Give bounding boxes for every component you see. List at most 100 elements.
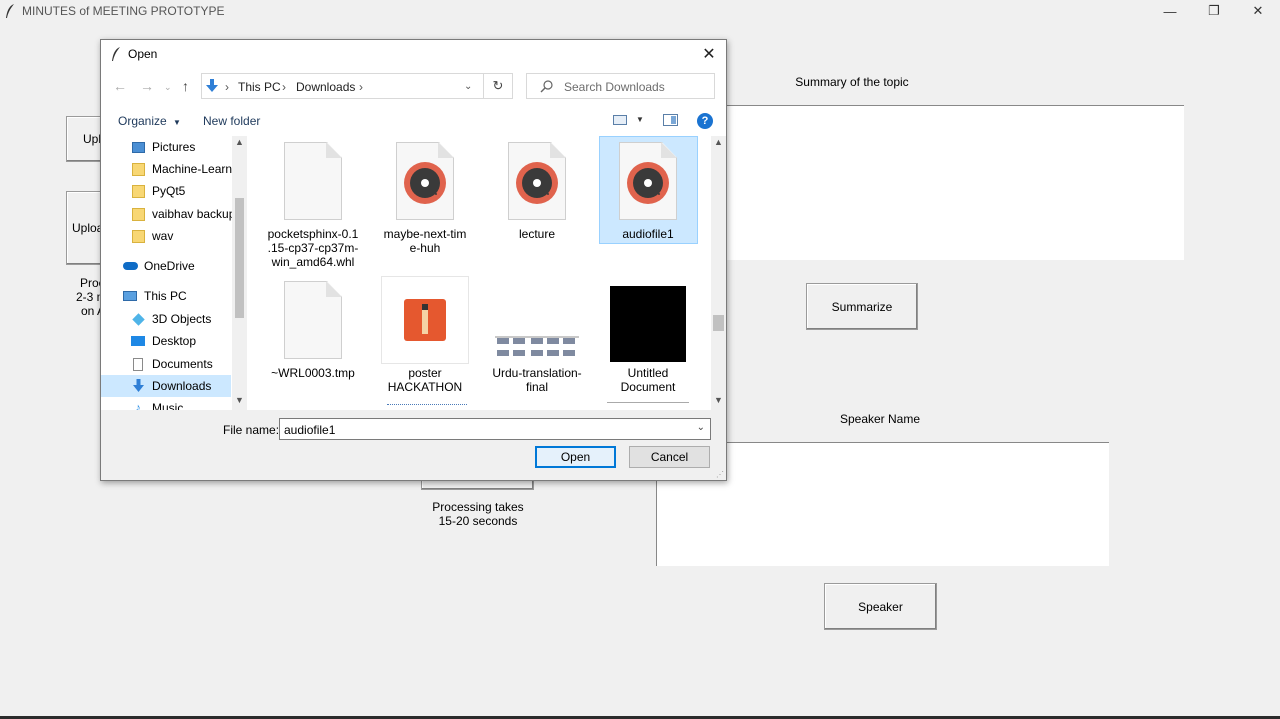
feather-icon <box>112 47 120 61</box>
black-image-icon <box>604 276 692 364</box>
file-name-input[interactable]: audiofile1 ⌄ <box>279 418 711 440</box>
app-titlebar: MINUTES of MEETING PROTOTYPE — ❐ ✕ <box>0 0 1280 22</box>
speaker-button-label: Speaker <box>858 599 903 614</box>
generic-file-icon <box>284 142 342 220</box>
resize-grip-icon[interactable]: ⋰ <box>716 470 724 479</box>
file-item-untitled-document[interactable]: Untitled Document <box>598 276 698 394</box>
upload-button-1-label: Upl <box>83 132 102 146</box>
scroll-down-icon[interactable]: ▼ <box>235 395 244 405</box>
dialog-title: Open <box>128 47 158 61</box>
scroll-down-icon[interactable]: ▼ <box>714 395 723 405</box>
back-arrow-icon[interactable]: ← <box>113 78 127 94</box>
documents-icon <box>130 357 146 371</box>
scroll-up-icon[interactable]: ▲ <box>235 137 244 147</box>
file-name-dropdown-chevron-icon[interactable]: ⌄ <box>697 422 705 433</box>
search-icon <box>540 80 553 93</box>
download-icon <box>130 379 146 393</box>
dialog-navbar: ← → ⌄ ↑ › This PC › Downloads › ⌄ ↻ Sear… <box>101 68 726 106</box>
breadcrumb-separator-icon: › <box>282 80 286 94</box>
upload-button-2-label: Uploa <box>72 221 104 235</box>
partial-thumbnail <box>387 404 467 408</box>
desktop-icon <box>130 334 146 348</box>
cube-icon <box>130 312 146 326</box>
diagram-image-icon <box>493 276 581 364</box>
search-placeholder: Search Downloads <box>564 80 665 94</box>
nav-item-3d-objects[interactable]: 3D Objects <box>130 308 247 330</box>
breadcrumb-separator-icon: › <box>359 80 363 94</box>
breadcrumb-downloads[interactable]: Downloads <box>296 80 355 94</box>
restore-icon: ❐ <box>1208 3 1220 18</box>
organize-button[interactable]: Organize ▼ <box>118 114 181 128</box>
nav-item-documents[interactable]: Documents <box>130 353 247 375</box>
preview-pane-icon[interactable] <box>663 114 678 126</box>
view-options-chevron-icon[interactable]: ▼ <box>636 115 644 124</box>
nav-item-machine-learning[interactable]: Machine-Learnin <box>130 158 247 180</box>
file-item-audiofile1[interactable]: audiofile1 <box>598 142 698 241</box>
close-icon: ✕ <box>702 46 716 63</box>
open-file-dialog: Open ✕ ← → ⌄ ↑ › This PC › Downloads › ⌄… <box>100 39 727 481</box>
cancel-button[interactable]: Cancel <box>629 446 710 468</box>
audio-file-icon <box>508 142 566 220</box>
summary-textbox[interactable] <box>726 105 1184 260</box>
nav-item-onedrive[interactable]: OneDrive <box>122 255 247 277</box>
summarize-button-label: Summarize <box>831 299 893 314</box>
nav-item-pictures[interactable]: Pictures 📌 <box>130 136 247 158</box>
address-dropdown-chevron-icon[interactable]: ⌄ <box>464 81 472 92</box>
folder-icon <box>130 229 146 243</box>
audio-file-icon <box>619 142 677 220</box>
file-name-value: audiofile1 <box>284 423 336 437</box>
nav-item-vaibhav-backup[interactable]: vaibhav backup <box>130 203 247 225</box>
file-scroll-thumb[interactable] <box>713 315 724 331</box>
file-item-maybe-next-time[interactable]: maybe-next-tim e-huh <box>375 142 475 255</box>
file-scrollbar[interactable]: ▲ ▼ <box>711 136 726 410</box>
open-button[interactable]: Open <box>535 446 616 468</box>
organize-chevron-icon: ▼ <box>173 118 181 127</box>
refresh-button[interactable]: ↻ <box>483 73 513 99</box>
forward-arrow-icon[interactable]: → <box>140 78 154 94</box>
file-name-label: File name: <box>223 423 280 437</box>
nav-item-music[interactable]: ♪ Music <box>130 397 247 410</box>
dialog-footer: File name: audiofile1 ⌄ Open Cancel ⋰ <box>101 410 726 480</box>
computer-icon <box>122 289 138 303</box>
partial-thumbnail <box>607 402 689 410</box>
file-item-poster-hackathon[interactable]: poster HACKATHON <box>375 276 475 394</box>
file-item-pocketsphinx[interactable]: pocketsphinx-0.1 .15-cp37-cp37m- win_amd… <box>263 142 363 269</box>
close-window-button[interactable]: ✕ <box>1236 0 1280 22</box>
onedrive-icon <box>122 259 138 273</box>
search-input[interactable]: Search Downloads <box>526 73 715 99</box>
nav-item-downloads[interactable]: Downloads <box>130 375 247 397</box>
processing-note: Processing takes 15-20 seconds <box>432 500 524 528</box>
view-options-icon[interactable] <box>613 115 627 125</box>
summary-label: Summary of the topic <box>795 75 909 89</box>
file-item-wrl0003[interactable]: ~WRL0003.tmp <box>263 281 363 380</box>
pictures-icon <box>130 140 146 154</box>
close-icon: ✕ <box>1252 3 1264 18</box>
dialog-titlebar: Open ✕ <box>101 40 726 68</box>
navigation-pane: Pictures 📌 Machine-Learnin PyQt5 vaibhav… <box>101 136 247 410</box>
breadcrumb-this-pc[interactable]: This PC <box>238 80 281 94</box>
nav-item-this-pc[interactable]: This PC <box>122 285 247 307</box>
up-arrow-icon[interactable]: ↑ <box>182 78 189 94</box>
nav-scrollbar[interactable]: ▲ ▼ <box>232 136 247 410</box>
file-item-lecture[interactable]: lecture <box>487 142 587 241</box>
dialog-close-button[interactable]: ✕ <box>698 43 720 65</box>
speaker-button[interactable]: Speaker <box>824 583 937 630</box>
nav-item-wav[interactable]: wav <box>130 225 247 247</box>
help-icon[interactable]: ? <box>697 113 713 129</box>
dialog-toolbar: Organize ▼ New folder ▼ ? <box>101 106 726 136</box>
feather-icon <box>6 4 14 18</box>
folder-icon <box>130 162 146 176</box>
recent-locations-chevron-icon[interactable]: ⌄ <box>164 82 172 93</box>
restore-button[interactable]: ❐ <box>1192 0 1236 22</box>
nav-scroll-thumb[interactable] <box>235 198 244 318</box>
refresh-icon: ↻ <box>492 78 504 93</box>
nav-item-pyqt5[interactable]: PyQt5 <box>130 180 247 202</box>
file-item-urdu-translation[interactable]: Urdu-translation- final <box>487 276 587 394</box>
scroll-up-icon[interactable]: ▲ <box>714 137 723 147</box>
minimize-button[interactable]: — <box>1148 0 1192 22</box>
new-folder-button[interactable]: New folder <box>203 114 260 128</box>
generic-file-icon <box>284 281 342 359</box>
summarize-button[interactable]: Summarize <box>806 283 918 330</box>
address-bar[interactable]: › This PC › Downloads › ⌄ <box>201 73 513 99</box>
nav-item-desktop[interactable]: Desktop <box>130 330 247 352</box>
